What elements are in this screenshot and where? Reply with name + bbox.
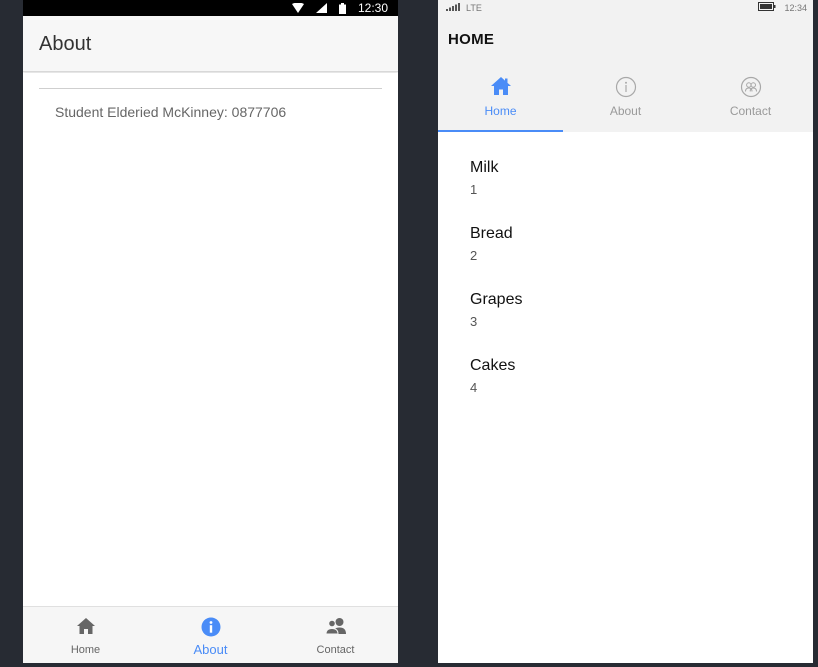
item-name: Milk — [470, 159, 499, 176]
android-status-bar: 12:30 — [23, 0, 398, 16]
wifi-icon — [291, 3, 304, 13]
signal-icon — [446, 0, 460, 16]
item-quantity: 2 — [470, 248, 478, 263]
page-title: HOME — [448, 31, 495, 48]
network-type: LTE — [466, 3, 482, 13]
info-icon — [615, 76, 637, 103]
about-content: Student Elderied McKinney: 0877706 — [23, 73, 398, 606]
tab-about-label: About — [193, 642, 228, 657]
tab-contact[interactable]: Contact — [273, 607, 398, 663]
tab-about[interactable]: About — [148, 607, 273, 663]
status-time: 12:30 — [357, 1, 388, 15]
contact-icon — [740, 76, 762, 103]
list-item[interactable]: Cakes 4 — [470, 356, 770, 406]
pivot-tabs: Home About Contact — [438, 72, 813, 132]
tab-home-label: Home — [484, 104, 517, 118]
app-bar: About — [23, 16, 398, 72]
tab-contact[interactable]: Contact — [688, 72, 813, 132]
signal-icon — [315, 3, 327, 13]
bottom-tab-bar: Home About Contact — [23, 606, 398, 663]
student-info-text: Student Elderied McKinney: 0877706 — [55, 104, 287, 120]
list-item[interactable]: Milk 1 — [470, 158, 770, 208]
item-quantity: 4 — [470, 380, 478, 395]
home-icon — [76, 617, 96, 640]
item-name: Cakes — [470, 357, 516, 374]
battery-icon — [758, 0, 776, 16]
divider — [39, 88, 382, 89]
tab-home-label: Home — [70, 644, 101, 656]
home-icon — [490, 76, 512, 101]
windows-phone: LTE 12:34 HOME Home About Contact Milk 1… — [438, 0, 813, 663]
item-name: Bread — [470, 225, 513, 242]
tab-contact-label: Contact — [729, 104, 772, 118]
tab-home[interactable]: Home — [438, 72, 563, 132]
item-quantity: 3 — [470, 314, 478, 329]
tab-about[interactable]: About — [563, 72, 688, 132]
status-time: 12:34 — [784, 3, 807, 13]
item-name: Grapes — [470, 291, 523, 308]
tab-about-label: About — [609, 104, 642, 118]
grocery-list: Milk 1 Bread 2 Grapes 3 Cakes 4 — [438, 132, 813, 663]
page-title: About — [39, 33, 92, 55]
android-phone: 12:30 About Student Elderied McKinney: 0… — [23, 0, 398, 663]
app-header: HOME Home About Contact — [438, 16, 813, 132]
item-quantity: 1 — [470, 182, 478, 197]
battery-icon — [338, 2, 346, 14]
windows-status-bar: LTE 12:34 — [438, 0, 813, 16]
list-item[interactable]: Grapes 3 — [470, 290, 770, 340]
tab-contact-label: Contact — [316, 644, 355, 656]
contact-icon — [324, 617, 347, 640]
list-item[interactable]: Bread 2 — [470, 224, 770, 274]
tab-home[interactable]: Home — [23, 607, 148, 663]
info-icon — [201, 617, 221, 642]
